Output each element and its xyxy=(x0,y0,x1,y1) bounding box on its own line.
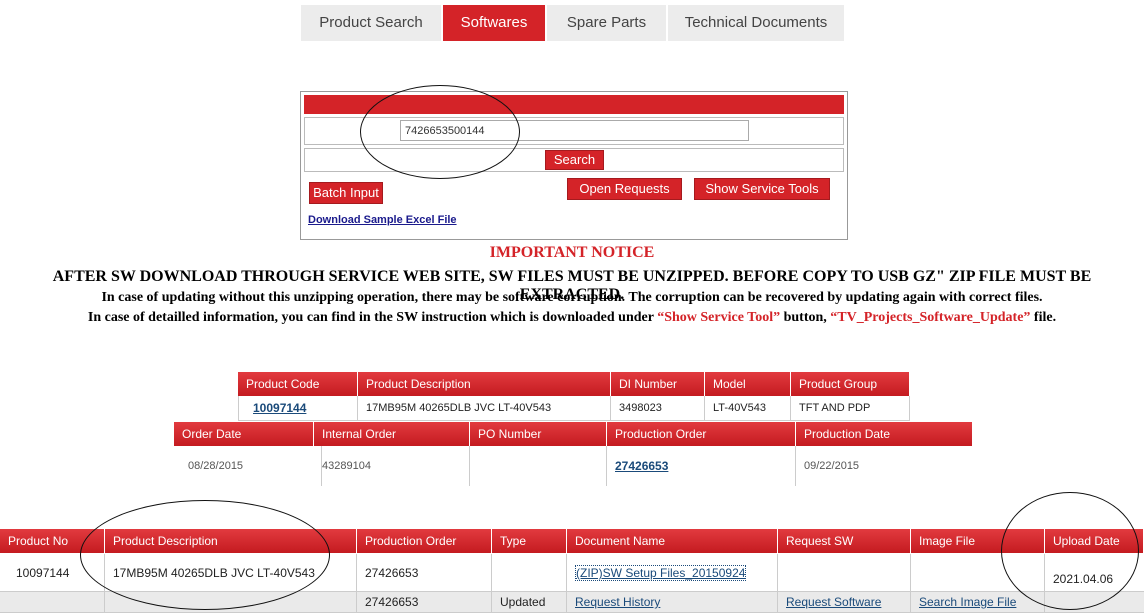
batch-input-button[interactable]: Batch Input xyxy=(309,182,383,204)
table-cell: Search Image File xyxy=(911,592,1045,613)
col-image-file: Image File xyxy=(911,529,1045,553)
table-cell: 3498023 xyxy=(611,396,705,421)
top-tabs: Product Search Softwares Spare Parts Tec… xyxy=(301,5,846,41)
notice-service-tool-ref: “Show Service Tool” xyxy=(657,310,781,325)
table-cell: 2021.04.06 xyxy=(1045,554,1144,592)
notice-file-ref: “TV_Projects_Software_Update” xyxy=(830,310,1031,325)
col-po-number: PO Number xyxy=(470,422,607,446)
table-cell: 10097144 xyxy=(0,554,105,592)
table-cell: Request Software xyxy=(778,592,911,613)
tab-spare-parts[interactable]: Spare Parts xyxy=(547,5,668,41)
table-cell: 27426653 xyxy=(607,446,796,486)
tab-product-search[interactable]: Product Search xyxy=(301,5,443,41)
search-image-file-link[interactable]: Search Image File xyxy=(919,595,1016,609)
col-type: Type xyxy=(492,529,567,553)
table-cell: Request History xyxy=(567,592,778,613)
search-panel: Search Batch Input Open Requests Show Se… xyxy=(300,91,848,240)
col-sw-production-order: Production Order xyxy=(357,529,492,553)
col-request-sw: Request SW xyxy=(778,529,911,553)
table-cell: (ZIP)SW Setup Files_20150924 xyxy=(567,554,778,592)
table-cell: 43289104 xyxy=(314,446,470,486)
col-product-no: Product No xyxy=(0,529,105,553)
table-cell xyxy=(492,554,567,592)
show-service-tools-button[interactable]: Show Service Tools xyxy=(694,178,830,200)
software-table: Product No Product Description Productio… xyxy=(0,529,1144,613)
request-software-link[interactable]: Request Software xyxy=(786,595,881,609)
sw-setup-files-link[interactable]: (ZIP)SW Setup Files_20150924 xyxy=(575,565,747,581)
col-order-date: Order Date xyxy=(174,422,314,446)
table-cell xyxy=(470,446,607,486)
col-product-description: Product Description xyxy=(358,372,611,396)
tab-technical-documents[interactable]: Technical Documents xyxy=(668,5,846,41)
table-cell xyxy=(1045,592,1144,613)
col-sw-product-description: Product Description xyxy=(105,529,357,553)
table-cell: Updated xyxy=(492,592,567,613)
table-cell xyxy=(911,554,1045,592)
request-history-link[interactable]: Request History xyxy=(575,595,660,609)
table-cell: 27426653 xyxy=(357,592,492,613)
search-input[interactable] xyxy=(400,120,749,141)
table-cell: 17MB95M 40265DLB JVC LT-40V543 xyxy=(105,554,357,592)
col-model: Model xyxy=(705,372,791,396)
product-table: Product Code Product Description DI Numb… xyxy=(238,372,910,421)
notice-line-3: In case of detailled information, you ca… xyxy=(0,310,1144,326)
col-di-number: DI Number xyxy=(611,372,705,396)
download-sample-excel-link[interactable]: Download Sample Excel File xyxy=(308,214,457,226)
open-requests-button[interactable]: Open Requests xyxy=(567,178,682,200)
table-cell: 10097144 xyxy=(238,396,358,421)
table-cell xyxy=(0,592,105,613)
col-product-code: Product Code xyxy=(238,372,358,396)
notice-line-2: In case of updating without this unzippi… xyxy=(101,290,1043,305)
notice-title: IMPORTANT NOTICE xyxy=(489,244,655,261)
table-cell: TFT AND PDP xyxy=(791,396,910,421)
col-upload-date: Upload Date xyxy=(1045,529,1144,553)
table-cell: 17MB95M 40265DLB JVC LT-40V543 xyxy=(358,396,611,421)
notice-line-3-e: file. xyxy=(1030,310,1057,325)
col-production-date: Production Date xyxy=(796,422,973,446)
search-button[interactable]: Search xyxy=(545,150,604,170)
search-panel-header xyxy=(304,95,844,114)
table-cell xyxy=(778,554,911,592)
notice-line-3-a: In case of detailled information, you ca… xyxy=(87,310,658,325)
table-cell xyxy=(105,592,357,613)
tab-softwares[interactable]: Softwares xyxy=(443,5,547,41)
production-order-link[interactable]: 27426653 xyxy=(615,459,668,473)
table-cell: 09/22/2015 xyxy=(804,460,860,472)
table-cell: 27426653 xyxy=(357,554,492,592)
col-internal-order: Internal Order xyxy=(314,422,470,446)
col-production-order: Production Order xyxy=(607,422,796,446)
search-input-row xyxy=(304,117,844,145)
table-cell: LT-40V543 xyxy=(705,396,791,421)
order-table: Order Date Internal Order PO Number Prod… xyxy=(174,422,973,486)
product-code-link[interactable]: 10097144 xyxy=(253,401,306,415)
notice-line-3-c: button, xyxy=(780,310,831,325)
search-button-row: Search xyxy=(304,148,844,172)
table-cell: 08/28/2015 xyxy=(174,446,322,486)
col-product-group: Product Group xyxy=(791,372,910,396)
col-document-name: Document Name xyxy=(567,529,778,553)
